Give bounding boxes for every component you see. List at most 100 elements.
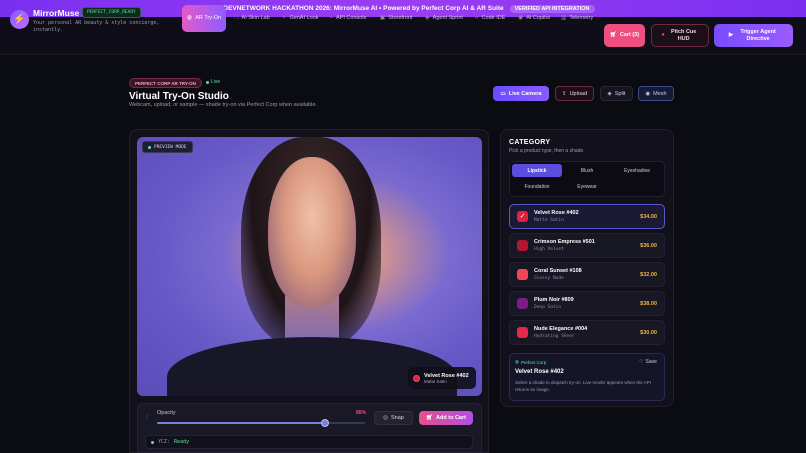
ycz-status: YCZ: Ready [145, 435, 473, 449]
heart-icon: ♡ [639, 359, 644, 365]
live-camera-button[interactable]: ▭ Live Camera [493, 86, 549, 101]
cart-button[interactable]: 🛒︎ Cart (3) [604, 24, 645, 47]
face-scan-icon: ◍ [186, 15, 193, 22]
portrait-face [268, 157, 356, 307]
nav-label: AI Skin Lab [241, 15, 270, 22]
shade-finish: Hydrating Sheer [534, 334, 575, 339]
shade-name: Plum Noir #809 [534, 297, 574, 303]
shade-name: Crimson Empress #501 [534, 239, 595, 245]
nav-item-storefront[interactable]: ▣ Storefront [374, 5, 418, 32]
shade-finish: High Velvet [534, 247, 564, 252]
upload-icon: ⇪ [561, 90, 567, 97]
trigger-agent-button[interactable]: ▶ Trigger Agent Directive [714, 24, 793, 47]
nav-label: AI Copilot [526, 15, 551, 22]
nav-item-ar-try-on[interactable]: ◍ AR Try-On [182, 5, 226, 32]
logo-bolt-icon[interactable]: ⚡ [10, 10, 29, 29]
add-to-cart-button[interactable]: 🛒︎ Add to Cart [419, 411, 473, 425]
opacity-slider[interactable] [157, 419, 365, 427]
opacity-value: 85% [356, 410, 367, 416]
slider-fill [157, 422, 326, 424]
pc-brand-label: Perfect Corp [520, 359, 547, 365]
shade-item[interactable]: Crimson Empress #501 High Velvet $36.00 [509, 233, 665, 258]
pitch-label: Pitch Cue HUD [670, 29, 697, 42]
ycz-dot-icon [151, 440, 154, 444]
category-title: CATEGORY [509, 139, 551, 146]
section-tag: PERFECT CORP AR TRY-ON [129, 78, 202, 88]
tab-eyeshadow[interactable]: Eyeshadow [612, 164, 662, 177]
nav-item-ai-skin-lab[interactable]: ⛶ AI Skin Lab [229, 5, 275, 32]
shade-swatch-icon [413, 374, 420, 382]
tab-lipstick[interactable]: Lipstick [512, 164, 562, 177]
pc-card-desc: Select a shade to dispatch try-on. Live … [515, 380, 651, 392]
layers-icon: ◈ [607, 90, 612, 97]
shade-swatch [517, 298, 528, 309]
ycz-status-value: Ready [174, 439, 190, 445]
split-button[interactable]: ◈ Split [600, 86, 633, 101]
eye-icon: ◉ [645, 90, 651, 97]
pc-brand: ◍ Perfect Corp [515, 359, 546, 365]
shield-check-icon: ◍ [515, 359, 519, 364]
mesh-button[interactable]: ◉ Mesh [638, 86, 674, 101]
shade-name: Nude Elegance #004 [534, 326, 588, 332]
page-subtitle: Webcam, upload, or sample — shade try-on… [129, 102, 317, 108]
preview-badge-label: PREVIEW MODE [154, 144, 187, 150]
robot-icon: ◉ [517, 15, 524, 22]
nav-item-code-ide[interactable]: ‹› Code IDE [470, 5, 510, 32]
scan-icon: ⛶ [234, 15, 239, 22]
live-camera-label: Live Camera [508, 90, 542, 97]
wand-icon: ✧ [281, 15, 287, 22]
nav-label: Agent Sprint [432, 15, 463, 22]
upload-button[interactable]: ⇪ Upload [555, 86, 594, 101]
shade-finish: Glossy Nude [534, 276, 564, 281]
upload-label: Upload [569, 90, 588, 97]
tab-foundation[interactable]: Foundation [512, 180, 562, 193]
save-label: Save [645, 359, 657, 365]
shade-swatch [517, 269, 528, 280]
store-icon: ▣ [379, 15, 386, 22]
nav-item-agent-sprint[interactable]: ◈ Agent Sprint [421, 5, 467, 32]
category-subtitle: Pick a product type, then a shade. [509, 148, 585, 154]
brand-tagline: Your personal AR beauty & style concierg… [33, 20, 160, 33]
save-button[interactable]: ♡ Save [639, 359, 657, 365]
shade-price: $36.00 [640, 243, 657, 249]
pitch-cue-button[interactable]: ● Pitch Cue HUD [651, 24, 709, 47]
play-icon: ▶ [728, 32, 734, 39]
mesh-label: Mesh [653, 90, 667, 97]
shade-price: $30.00 [640, 330, 657, 336]
shade-item[interactable]: ✓ Velvet Rose #402 Matte Satin $34.00 [509, 204, 665, 229]
shade-price: $38.00 [640, 301, 657, 307]
shade-item[interactable]: Nude Elegance #004 Hydrating Sheer $30.00 [509, 320, 665, 345]
snap-button[interactable]: ◎ Snap [374, 411, 413, 425]
nav-label: Storefront [388, 15, 413, 22]
shade-name: Coral Sunset #108 [534, 268, 582, 274]
code-icon: ‹› [474, 15, 479, 22]
tab-blush[interactable]: Blush [562, 164, 612, 177]
tab-eyewear[interactable]: Eyewear [562, 180, 612, 193]
cart-add-icon: 🛒︎ [426, 415, 434, 421]
opacity-label: Opacity [157, 410, 176, 416]
nav-label: Telemetry [569, 15, 594, 22]
ready-badge: PERFECT_CORP_READY [82, 7, 141, 18]
sliders-icon: ⫶ [146, 415, 148, 422]
nav-item-ai-copilot[interactable]: ◉ AI Copilot [513, 5, 555, 32]
shade-price: $32.00 [640, 272, 657, 278]
shade-finish: Matte Satin [534, 218, 564, 223]
shade-item[interactable]: Plum Noir #809 Deep Satin $38.00 [509, 291, 665, 316]
nav-item-telemetry[interactable]: ▥ Telemetry [558, 5, 596, 32]
nav-item-genai-look[interactable]: ✧ GenAI Look [278, 5, 322, 32]
shade-price: $34.00 [640, 214, 657, 220]
mic-icon: ● [661, 32, 665, 39]
cart-label: Cart (3) [619, 32, 640, 39]
shade-item[interactable]: Coral Sunset #108 Glossy Nude $32.00 [509, 262, 665, 287]
current-shade-chip: Velvet Rose #402 Matte Satin [408, 367, 476, 389]
shade-name: Velvet Rose #402 [534, 210, 579, 216]
chip-shade-name: Velvet Rose #402 [424, 372, 469, 379]
terminal-icon: ⌁ [329, 15, 334, 22]
live-label: Live [211, 79, 221, 85]
snap-label: Snap [390, 415, 404, 421]
add-to-cart-label: Add to Cart [436, 415, 466, 421]
nav-item-api-console[interactable]: ⌁ API Console [325, 5, 371, 32]
nav-label: Code IDE [481, 15, 506, 22]
live-indicator: Live [206, 79, 220, 85]
preview-image[interactable] [137, 137, 482, 396]
